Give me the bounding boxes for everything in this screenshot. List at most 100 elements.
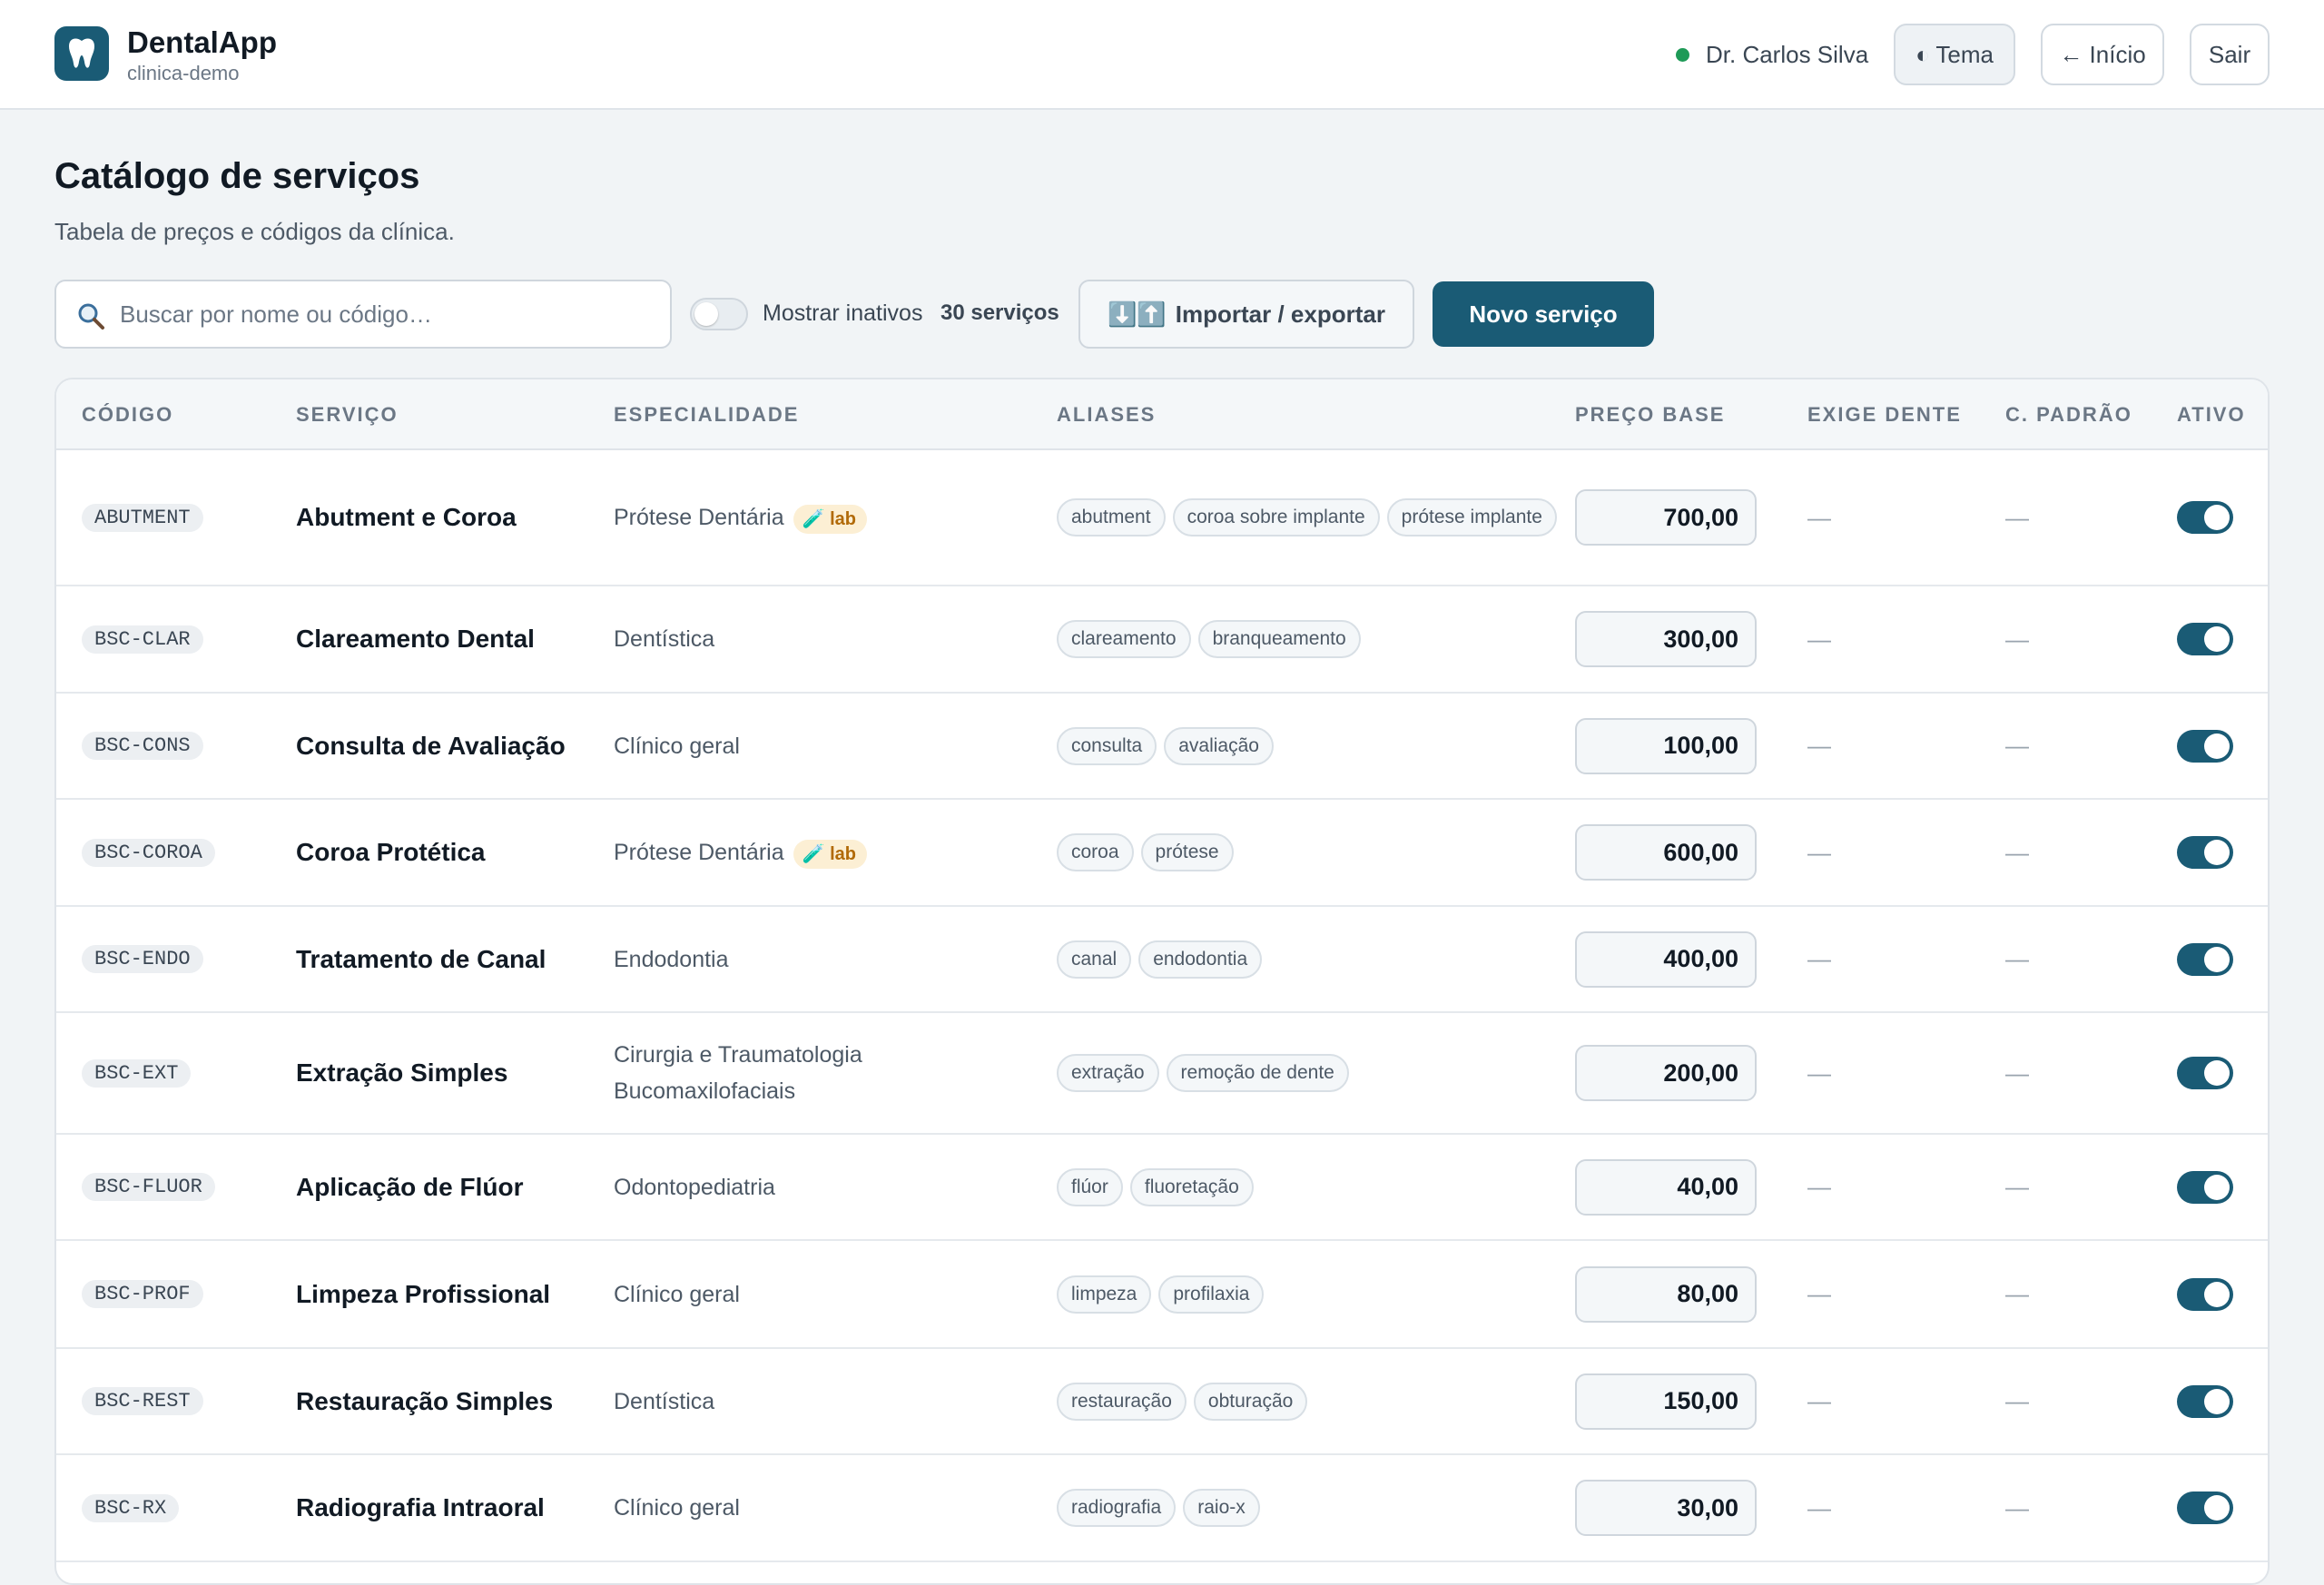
test-tube-icon: 🧪 (802, 509, 825, 529)
lab-badge: 🧪 lab (793, 840, 867, 869)
base-price-input[interactable]: 300,00 (1575, 611, 1757, 667)
service-code: BSC-CLAR (82, 625, 203, 654)
table-row[interactable]: BSC-RX Radiografia Intraoral Clínico ger… (56, 1455, 2268, 1562)
column-header-active: ATIVO (2177, 403, 2246, 426)
aliases-list: consulta avaliação (1057, 726, 1565, 765)
search-icon (78, 303, 104, 330)
theme-button[interactable]: ◐ Tema (1894, 24, 2015, 85)
service-code: ABUTMENT (82, 503, 203, 532)
active-toggle[interactable] (2177, 1384, 2233, 1418)
online-status-icon (1676, 47, 1689, 62)
service-count: 30 serviços (940, 300, 1059, 325)
base-price-input[interactable]: 200,00 (1575, 1045, 1757, 1101)
specialty: Clínico geral (614, 728, 740, 764)
standard-value: — (2005, 1173, 2029, 1200)
specialty: Dentística (614, 621, 714, 657)
requires-tooth-value: — (1807, 1493, 1831, 1521)
specialty: Clínico geral (614, 1276, 740, 1313)
table-row[interactable]: BSC-FLUOR Aplicação de Flúor Odontopedia… (56, 1135, 2268, 1241)
lab-badge: 🧪 lab (793, 505, 867, 534)
specialty-label: Clínico geral (614, 1281, 740, 1307)
table-row[interactable]: BSC-PROF Limpeza Profissional Clínico ge… (56, 1241, 2268, 1349)
toggle-knob (2204, 840, 2230, 865)
logout-button[interactable]: Sair (2190, 24, 2270, 85)
service-name: Clareamento Dental (296, 625, 535, 653)
base-price-input[interactable]: 150,00 (1575, 1373, 1757, 1430)
active-toggle[interactable] (2177, 501, 2233, 534)
base-price-input[interactable]: 100,00 (1575, 717, 1757, 774)
active-toggle[interactable] (2177, 942, 2233, 976)
specialty-label: Clínico geral (614, 1495, 740, 1521)
alias-chip: fluoretação (1129, 1167, 1254, 1206)
alias-chip: coroa sobre implante (1172, 498, 1380, 537)
toggle-knob (2204, 946, 2230, 972)
alias-chip: coroa (1057, 833, 1134, 871)
requires-tooth-value: — (1807, 732, 1831, 759)
new-service-button[interactable]: Novo serviço (1433, 281, 1654, 347)
service-name: Consulta de Avaliação (296, 731, 566, 760)
specialty-label: Cirurgia e Traumatologia Bucomaxilofacia… (614, 1042, 862, 1104)
aliases-list: radiografia raio-x (1057, 1489, 1565, 1527)
standard-value: — (2005, 1387, 2029, 1414)
requires-tooth-value: — (1807, 503, 1831, 531)
lab-badge-label: lab (830, 509, 856, 529)
base-price-input[interactable]: 40,00 (1575, 1158, 1757, 1216)
active-toggle[interactable] (2177, 623, 2233, 655)
service-name: Aplicação de Flúor (296, 1172, 524, 1201)
lab-badge-label: lab (830, 844, 856, 864)
service-name: Coroa Protética (296, 838, 486, 866)
requires-tooth-value: — (1807, 838, 1831, 866)
requires-tooth-value: — (1807, 1058, 1831, 1087)
standard-value: — (2005, 1280, 2029, 1307)
service-code: BSC-COROA (82, 838, 215, 867)
service-code: BSC-FLUOR (82, 1173, 215, 1201)
table-row[interactable]: BSC-COROA Coroa Protética Prótese Dentár… (56, 800, 2268, 907)
base-price-input[interactable]: 600,00 (1575, 824, 1757, 881)
active-toggle[interactable] (2177, 1277, 2233, 1311)
table-row[interactable]: BSC-CONS Consulta de Avaliação Clínico g… (56, 694, 2268, 800)
search-input[interactable] (118, 290, 654, 338)
import-export-label: Importar / exportar (1175, 300, 1385, 328)
services-table: CÓDIGO SERVIÇO ESPECIALIDADE ALIASES PRE… (54, 378, 2270, 1585)
alias-chip: abutment (1057, 498, 1166, 537)
base-price-input[interactable]: 400,00 (1575, 930, 1757, 988)
column-header-specialty: ESPECIALIDADE (614, 403, 800, 426)
table-row[interactable]: ABUTMENT Abutment e Coroa Prótese Dentár… (56, 450, 2268, 586)
specialty-label: Prótese Dentária (614, 505, 784, 530)
active-toggle[interactable] (2177, 1057, 2233, 1089)
table-row[interactable]: BSC-CLAR Clareamento Dental Dentística c… (56, 586, 2268, 694)
alias-chip: remoção de dente (1166, 1054, 1349, 1092)
base-price-input[interactable]: 80,00 (1575, 1265, 1757, 1323)
active-toggle[interactable] (2177, 1491, 2233, 1524)
column-header-aliases: ALIASES (1057, 403, 1157, 426)
user-name: Dr. Carlos Silva (1706, 40, 1869, 68)
specialty: Endodontia (614, 941, 729, 978)
service-name: Limpeza Profissional (296, 1279, 551, 1308)
requires-tooth-value: — (1807, 945, 1831, 972)
app-logo[interactable] (54, 26, 109, 81)
table-row[interactable]: BSC-EXT Extração Simples Cirurgia e Trau… (56, 1013, 2268, 1135)
service-code: BSC-ENDO (82, 945, 203, 973)
alias-chip: consulta (1057, 726, 1157, 765)
service-name: Restauração Simples (296, 1386, 554, 1415)
alias-chip: clareamento (1057, 620, 1191, 658)
specialty: Clínico geral (614, 1490, 740, 1526)
aliases-list: extração remoção de dente (1057, 1054, 1565, 1092)
base-price-input[interactable]: 30,00 (1575, 1480, 1757, 1536)
table-row[interactable]: BSC-ENDO Tratamento de Canal Endodontia … (56, 907, 2268, 1013)
active-toggle[interactable] (2177, 836, 2233, 869)
active-toggle[interactable] (2177, 729, 2233, 763)
alias-chip: prótese implante (1386, 498, 1557, 537)
alias-chip: flúor (1057, 1167, 1123, 1206)
import-export-button[interactable]: ⬇️⬆️ Importar / exportar (1078, 280, 1414, 349)
home-button[interactable]: ← Início (2041, 24, 2164, 85)
active-toggle[interactable] (2177, 1170, 2233, 1204)
column-header-standard: C. PADRÃO (2005, 403, 2132, 426)
service-name: Extração Simples (296, 1058, 508, 1087)
base-price-input[interactable]: 700,00 (1575, 489, 1757, 546)
specialty: Odontopediatria (614, 1169, 775, 1206)
current-user: Dr. Carlos Silva (1676, 40, 1868, 69)
table-row[interactable]: BSC-REST Restauração Simples Dentística … (56, 1349, 2268, 1455)
show-inactive-toggle[interactable] (690, 298, 748, 330)
alias-chip: avaliação (1164, 726, 1274, 765)
